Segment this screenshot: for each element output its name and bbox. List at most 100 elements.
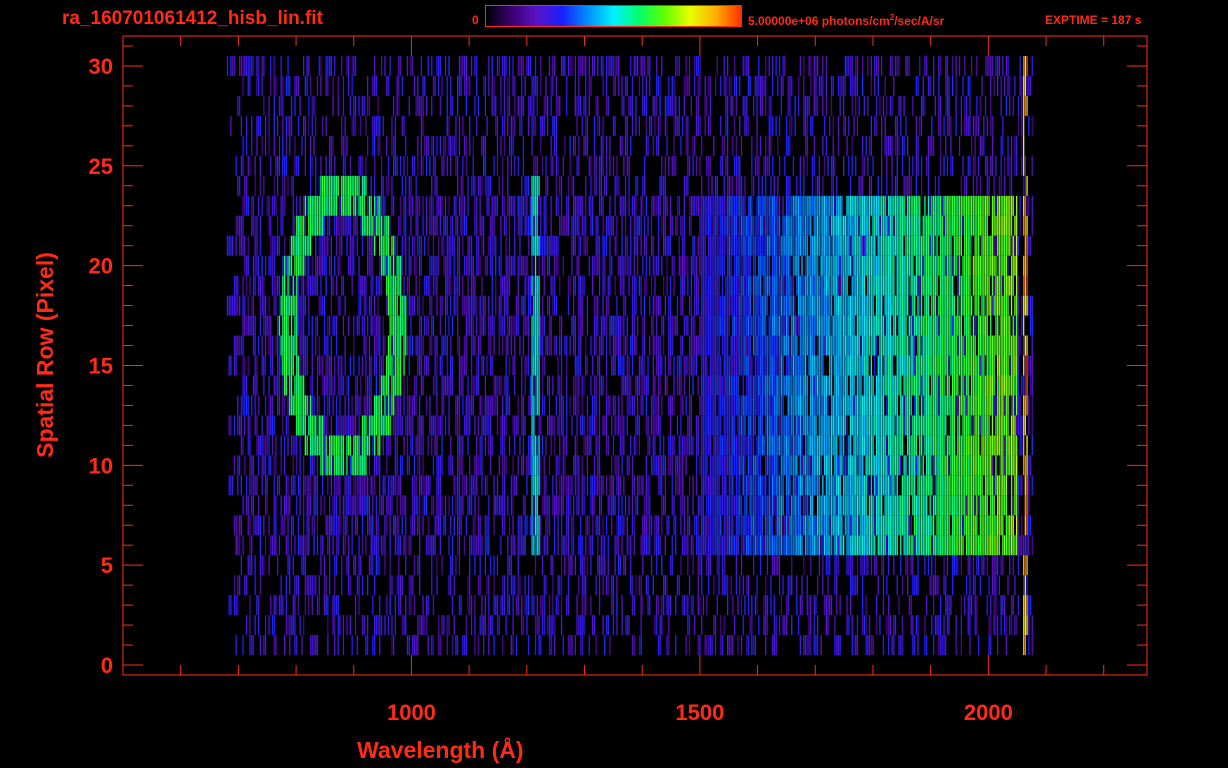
heatmap-cell <box>830 355 833 376</box>
heatmap-cell <box>708 515 710 536</box>
heatmap-cell <box>358 435 360 456</box>
heatmap-cell <box>945 635 947 656</box>
heatmap-cell <box>550 635 552 656</box>
heatmap-cell <box>846 555 848 576</box>
heatmap-cell <box>564 475 566 496</box>
heatmap-cell <box>791 495 793 516</box>
heatmap-cell <box>888 615 890 636</box>
heatmap-cell <box>815 475 817 496</box>
heatmap-cell <box>547 495 549 516</box>
heatmap-cell <box>972 315 975 336</box>
heatmap-cell <box>822 495 824 516</box>
heatmap-cell <box>701 615 703 636</box>
heatmap-cell <box>804 495 807 516</box>
heatmap-cell <box>753 315 755 336</box>
heatmap-cell <box>744 355 746 376</box>
heatmap-cell <box>804 635 807 656</box>
heatmap-cell <box>465 635 467 656</box>
heatmap-cell <box>502 315 504 336</box>
heatmap-cell <box>983 355 985 376</box>
heatmap-cell <box>825 615 827 636</box>
heatmap-cell <box>976 615 978 636</box>
heatmap-cell <box>405 555 407 576</box>
heatmap-cell <box>245 615 248 636</box>
heatmap-cell <box>879 315 881 336</box>
heatmap-cell <box>868 335 871 356</box>
heatmap-cell <box>706 395 708 416</box>
heatmap-cell <box>299 475 301 496</box>
heatmap-cell <box>294 535 296 556</box>
heatmap-cell <box>969 395 971 416</box>
heatmap-cell <box>668 635 670 656</box>
heatmap-cell <box>813 315 815 336</box>
heatmap-cell <box>941 315 943 336</box>
heatmap-cell <box>394 615 396 636</box>
heatmap-cell <box>555 455 557 476</box>
heatmap-cell <box>228 295 230 316</box>
heatmap-cell <box>953 535 955 556</box>
heatmap-cell <box>817 455 819 476</box>
heatmap-cell <box>1010 435 1013 456</box>
heatmap-cell <box>502 475 504 496</box>
heatmap-cell <box>367 615 369 636</box>
heatmap-cell <box>574 555 576 576</box>
heatmap-cell <box>927 515 930 536</box>
heatmap-cell <box>425 475 428 496</box>
heatmap-cell <box>313 515 315 536</box>
heatmap-cell <box>791 575 793 596</box>
heatmap-cell <box>318 395 320 416</box>
heatmap-cell <box>907 535 909 556</box>
heatmap-cell <box>559 495 561 516</box>
heatmap-cell <box>457 475 459 496</box>
heatmap-cell <box>370 375 372 396</box>
heatmap-cell <box>993 535 995 556</box>
heatmap-cell <box>431 415 433 436</box>
heatmap-cell <box>889 615 891 636</box>
heatmap-cell <box>778 315 781 336</box>
heatmap-cell <box>536 455 538 476</box>
heatmap-cell <box>780 395 782 416</box>
heatmap-cell <box>945 335 947 356</box>
heatmap-cell <box>521 355 523 376</box>
heatmap-cell <box>668 395 670 416</box>
heatmap-cell <box>926 335 928 356</box>
heatmap-cell <box>605 395 608 416</box>
heatmap-cell <box>758 415 760 436</box>
heatmap-cell <box>983 515 985 536</box>
heatmap-cell <box>344 335 346 356</box>
heatmap-cell <box>728 455 730 476</box>
heatmap-cell <box>612 495 615 516</box>
heatmap-cell <box>853 415 855 436</box>
heatmap-cell <box>590 475 592 496</box>
heatmap-cell <box>481 395 483 416</box>
heatmap-cell <box>945 315 947 336</box>
heatmap-cell <box>817 435 819 456</box>
heatmap-cell <box>737 495 739 516</box>
heatmap-cell <box>699 555 701 576</box>
heatmap-cell <box>810 455 812 476</box>
heatmap-cell <box>417 335 419 356</box>
heatmap-cell <box>287 495 289 516</box>
heatmap-cell <box>846 375 848 396</box>
heatmap-cell <box>810 415 812 436</box>
heatmap-cell <box>242 435 244 456</box>
heatmap-cell <box>562 435 564 456</box>
heatmap-cell <box>945 455 947 476</box>
heatmap-cell <box>278 535 281 556</box>
heatmap-cell <box>936 395 938 416</box>
heatmap-cell <box>555 475 557 496</box>
heatmap-cell <box>711 635 713 656</box>
heatmap-cell <box>875 555 878 576</box>
heatmap-cell <box>657 375 660 396</box>
heatmap-cell <box>775 395 777 416</box>
heatmap-cell <box>727 515 729 536</box>
heatmap-cell <box>311 375 313 396</box>
heatmap-cell <box>301 535 303 556</box>
heatmap-cell <box>455 475 457 496</box>
heatmap-cell <box>798 615 800 636</box>
heatmap-cell <box>247 295 249 316</box>
heatmap-cell <box>342 455 345 476</box>
heatmap-cell <box>905 315 907 336</box>
heatmap-cell <box>955 635 957 656</box>
heatmap-cell <box>1007 355 1009 376</box>
